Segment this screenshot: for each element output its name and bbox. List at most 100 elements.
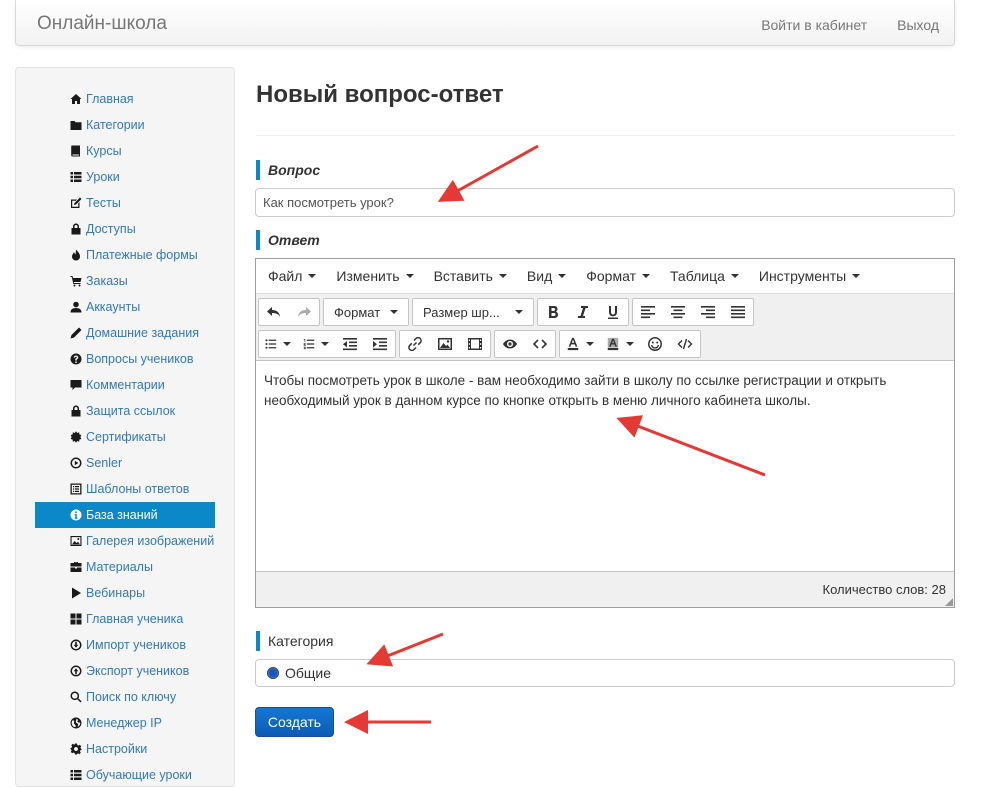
info-icon — [69, 509, 82, 521]
create-button[interactable]: Создать — [255, 707, 334, 737]
undo-button[interactable] — [259, 299, 289, 325]
sidebar-item-19[interactable]: Вебинары — [35, 580, 215, 606]
sidebar-item-4[interactable]: Тесты — [35, 190, 215, 216]
resize-handle-icon[interactable] — [945, 598, 953, 606]
category-radio[interactable] — [267, 667, 279, 679]
numbered-list-button[interactable] — [297, 331, 335, 357]
sidebar-item-24[interactable]: Менеджер IP — [35, 710, 215, 736]
sidebar-item-label: Категории — [86, 118, 145, 132]
outdent-button[interactable] — [335, 331, 365, 357]
category-label: Категория — [256, 631, 333, 651]
sidebar-item-22[interactable]: Экспорт учеников — [35, 658, 215, 684]
menu-table[interactable]: Таблица — [662, 268, 747, 284]
format-dropdown[interactable]: Формат — [324, 299, 408, 325]
sidebar-item-label: Поиск по ключу — [86, 690, 177, 704]
align-left-button[interactable] — [633, 299, 663, 325]
editor-content[interactable]: Чтобы посмотреть урок в школе - вам необ… — [256, 361, 954, 571]
font-size-dropdown[interactable]: Размер шр... — [413, 299, 533, 325]
link-icon — [408, 336, 422, 352]
brand-logo[interactable]: Онлайн-школа — [37, 13, 167, 35]
underline-button[interactable] — [598, 299, 628, 325]
sidebar-item-label: Защита ссылок — [86, 404, 176, 418]
bold-icon — [549, 306, 558, 318]
sidebar-item-label: Обучающие уроки — [86, 768, 192, 782]
sidebar-item-13[interactable]: Сертификаты — [35, 424, 215, 450]
sidebar-item-25[interactable]: Настройки — [35, 736, 215, 762]
italic-button[interactable] — [568, 299, 598, 325]
preview-button[interactable] — [495, 331, 525, 357]
lock-icon — [69, 405, 82, 417]
sidebar-item-14[interactable]: Senler — [35, 450, 215, 476]
cart-icon — [69, 275, 82, 287]
sidebar-item-2[interactable]: Курсы — [35, 138, 215, 164]
menu-edit[interactable]: Изменить — [328, 268, 421, 284]
film-icon — [468, 338, 482, 350]
certificate-icon — [69, 431, 82, 443]
sidebar-item-16[interactable]: База знаний — [35, 502, 215, 528]
indent-icon — [373, 338, 387, 351]
align-center-button[interactable] — [663, 299, 693, 325]
sidebar-item-21[interactable]: Импорт учеников — [35, 632, 215, 658]
sidebar-item-8[interactable]: Аккаунты — [35, 294, 215, 320]
sidebar-item-10[interactable]: Вопросы учеников — [35, 346, 215, 372]
media-button[interactable] — [460, 331, 490, 357]
sidebar-item-5[interactable]: Доступы — [35, 216, 215, 242]
sidebar-item-7[interactable]: Заказы — [35, 268, 215, 294]
login-cabinet-link[interactable]: Войти в кабинет — [746, 0, 882, 46]
code-icon — [532, 339, 548, 349]
sidebar-item-9[interactable]: Домашние задания — [35, 320, 215, 346]
sidebar-item-0[interactable]: Главная — [35, 86, 215, 112]
menu-insert[interactable]: Вставить — [426, 268, 515, 284]
logout-link[interactable]: Выход — [882, 0, 954, 46]
numbered-list-icon — [303, 339, 315, 350]
align-justify-icon — [731, 306, 745, 319]
sidebar-item-15[interactable]: Шаблоны ответов — [35, 476, 215, 502]
indent-button[interactable] — [365, 331, 395, 357]
menu-view[interactable]: Вид — [519, 268, 574, 284]
sidebar-item-6[interactable]: Платежные формы — [35, 242, 215, 268]
briefcase-icon — [69, 561, 82, 573]
question-input[interactable] — [255, 188, 955, 217]
question-label: Вопрос — [256, 160, 320, 180]
chevron-down-icon — [390, 310, 398, 314]
sidebar-item-11[interactable]: Комментарии — [35, 372, 215, 398]
import-icon — [69, 639, 82, 651]
sidebar-item-23[interactable]: Поиск по ключу — [35, 684, 215, 710]
sidebar-item-label: Уроки — [86, 170, 120, 184]
image-button[interactable] — [430, 331, 460, 357]
align-justify-button[interactable] — [723, 299, 753, 325]
sidebar-item-17[interactable]: Галерея изображений — [35, 528, 215, 554]
chevron-down-icon — [730, 274, 739, 278]
text-color-button[interactable] — [560, 331, 600, 357]
background-color-button[interactable] — [600, 331, 640, 357]
chevron-down-icon — [626, 342, 634, 346]
code-sample-icon — [677, 338, 693, 350]
bullet-list-button[interactable] — [259, 331, 297, 357]
align-right-button[interactable] — [693, 299, 723, 325]
menu-file[interactable]: Файл — [260, 268, 324, 284]
menu-format[interactable]: Формат — [578, 268, 658, 284]
chevron-down-icon — [852, 274, 861, 278]
divider — [256, 135, 955, 136]
source-code-button[interactable] — [525, 331, 555, 357]
sidebar-item-label: Доступы — [86, 222, 136, 236]
code-sample-button[interactable] — [670, 331, 700, 357]
link-button[interactable] — [400, 331, 430, 357]
sidebar-item-3[interactable]: Уроки — [35, 164, 215, 190]
category-option-label[interactable]: Общие — [285, 665, 331, 681]
bold-button[interactable] — [538, 299, 568, 325]
editor-menubar: Файл Изменить Вставить Вид Формат Таблиц… — [256, 259, 954, 294]
sidebar-item-26[interactable]: Обучающие уроки — [35, 762, 215, 788]
align-right-icon — [701, 306, 715, 319]
menu-tools[interactable]: Инструменты — [751, 268, 868, 284]
emoticon-button[interactable] — [640, 331, 670, 357]
question-icon — [69, 353, 82, 365]
sidebar-item-20[interactable]: Главная ученика — [35, 606, 215, 632]
sidebar-item-label: Материалы — [86, 560, 153, 574]
sidebar-item-18[interactable]: Материалы — [35, 554, 215, 580]
redo-button[interactable] — [289, 299, 319, 325]
sidebar-item-12[interactable]: Защита ссылок — [35, 398, 215, 424]
sidebar-item-1[interactable]: Категории — [35, 112, 215, 138]
sidebar-item-label: Вебинары — [86, 586, 146, 600]
th-large-icon — [69, 613, 82, 625]
